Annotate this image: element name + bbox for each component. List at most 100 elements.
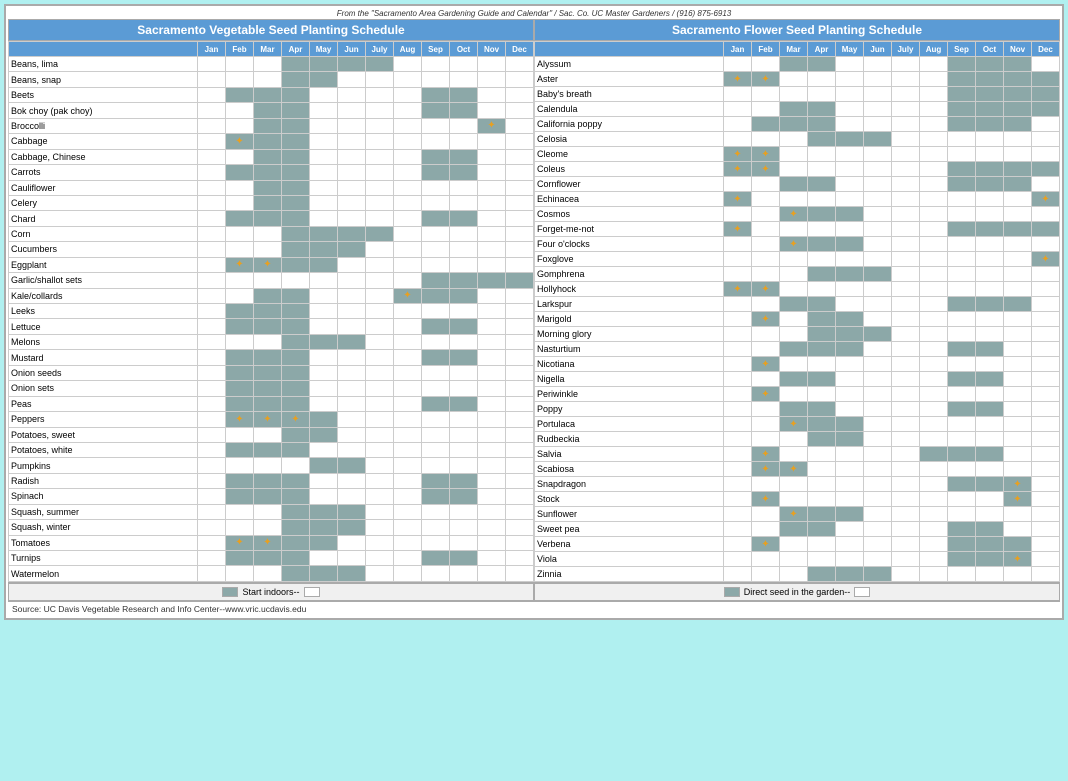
- month-data-cell: [808, 267, 836, 282]
- plant-name-cell: Aster: [535, 72, 724, 87]
- month-data-cell: [948, 87, 976, 102]
- table-row: Sweet pea: [535, 522, 1060, 537]
- month-data-cell: [808, 357, 836, 372]
- month-data-cell: [1004, 162, 1032, 177]
- month-data-cell: [198, 535, 226, 550]
- month-data-cell: [780, 492, 808, 507]
- month-data-cell: [948, 402, 976, 417]
- month-data-cell: [506, 365, 534, 380]
- month-data-cell: [478, 442, 506, 457]
- month-data-cell: [478, 551, 506, 566]
- month-data-cell: [1032, 282, 1060, 297]
- month-data-cell: [1004, 102, 1032, 117]
- footer-left-label: Start indoors--: [242, 587, 299, 597]
- month-data-cell: [948, 342, 976, 357]
- month-data-cell: [282, 427, 310, 442]
- month-data-cell: [310, 442, 338, 457]
- month-data-cell: [976, 312, 1004, 327]
- plant-name-cell: Pumpkins: [9, 458, 198, 473]
- plant-name-cell: Cabbage: [9, 134, 198, 149]
- month-data-cell: [394, 87, 422, 102]
- month-data-cell: [450, 319, 478, 334]
- month-data-cell: [920, 252, 948, 267]
- month-data-cell: [198, 242, 226, 257]
- month-data-cell: [394, 273, 422, 288]
- month-data-cell: [254, 195, 282, 210]
- month-data-cell: [422, 288, 450, 303]
- table-row: Foxglove✦: [535, 252, 1060, 267]
- month-data-cell: [920, 357, 948, 372]
- month-data-cell: ✦: [1004, 492, 1032, 507]
- month-data-cell: [506, 304, 534, 319]
- month-data-cell: [1032, 417, 1060, 432]
- month-data-cell: [920, 492, 948, 507]
- month-data-cell: [254, 442, 282, 457]
- month-data-cell: [254, 334, 282, 349]
- month-data-cell: [752, 372, 780, 387]
- table-row: Viola✦: [535, 552, 1060, 567]
- month-data-cell: [752, 327, 780, 342]
- month-data-cell: [780, 477, 808, 492]
- month-data-cell: [864, 297, 892, 312]
- flower-table: Jan Feb Mar Apr May Jun July Aug Sep Oct…: [534, 41, 1060, 582]
- month-data-cell: [948, 162, 976, 177]
- month-data-cell: [1032, 312, 1060, 327]
- month-data-cell: [254, 473, 282, 488]
- month-data-cell: [310, 211, 338, 226]
- month-data-cell: [450, 103, 478, 118]
- month-data-cell: [254, 365, 282, 380]
- month-data-cell: [808, 537, 836, 552]
- month-data-cell: [198, 57, 226, 72]
- month-data-cell: [1004, 282, 1032, 297]
- month-data-cell: [282, 288, 310, 303]
- month-data-cell: [920, 117, 948, 132]
- month-data-cell: [254, 489, 282, 504]
- month-data-cell: [198, 334, 226, 349]
- plant-name-cell: Zinnia: [535, 567, 724, 582]
- month-data-cell: [864, 282, 892, 297]
- month-data-cell: [836, 387, 864, 402]
- plant-name-cell: California poppy: [535, 117, 724, 132]
- shaded-legend-left: [222, 587, 238, 597]
- month-data-cell: [282, 396, 310, 411]
- month-data-cell: [1004, 87, 1032, 102]
- month-data-cell: [724, 387, 752, 402]
- month-data-cell: [338, 319, 366, 334]
- month-data-cell: [864, 57, 892, 72]
- month-data-cell: [780, 327, 808, 342]
- month-data-cell: [422, 458, 450, 473]
- month-data-cell: [338, 288, 366, 303]
- month-data-cell: [864, 537, 892, 552]
- month-data-cell: ✦: [478, 118, 506, 133]
- month-data-cell: [780, 537, 808, 552]
- table-row: Cucumbers: [9, 242, 534, 257]
- month-data-cell: [1004, 252, 1032, 267]
- month-data-cell: [976, 552, 1004, 567]
- month-data-cell: [976, 252, 1004, 267]
- month-data-cell: [836, 507, 864, 522]
- month-data-cell: [920, 192, 948, 207]
- month-data-cell: ✦: [752, 72, 780, 87]
- month-data-cell: [478, 566, 506, 582]
- month-data-cell: [808, 312, 836, 327]
- month-data-cell: [394, 412, 422, 427]
- month-data-cell: [864, 222, 892, 237]
- month-data-cell: [892, 117, 920, 132]
- month-data-cell: [226, 427, 254, 442]
- plant-name-cell: Gomphrena: [535, 267, 724, 282]
- month-data-cell: [920, 387, 948, 402]
- month-data-cell: [1004, 537, 1032, 552]
- month-data-cell: [338, 412, 366, 427]
- month-data-cell: [780, 522, 808, 537]
- month-data-cell: [808, 432, 836, 447]
- month-data-cell: [506, 273, 534, 288]
- month-data-cell: [920, 342, 948, 357]
- plant-name-cell: Nigella: [535, 372, 724, 387]
- veg-header: Sacramento Vegetable Seed Planting Sched…: [8, 19, 534, 41]
- month-data-cell: [506, 211, 534, 226]
- vegetable-table: Jan Feb Mar Apr May Jun July Aug Sep Oct…: [8, 41, 534, 582]
- plant-name-cell: Onion sets: [9, 381, 198, 396]
- month-data-cell: [752, 252, 780, 267]
- month-data-cell: [808, 567, 836, 582]
- month-data-cell: ✦: [724, 72, 752, 87]
